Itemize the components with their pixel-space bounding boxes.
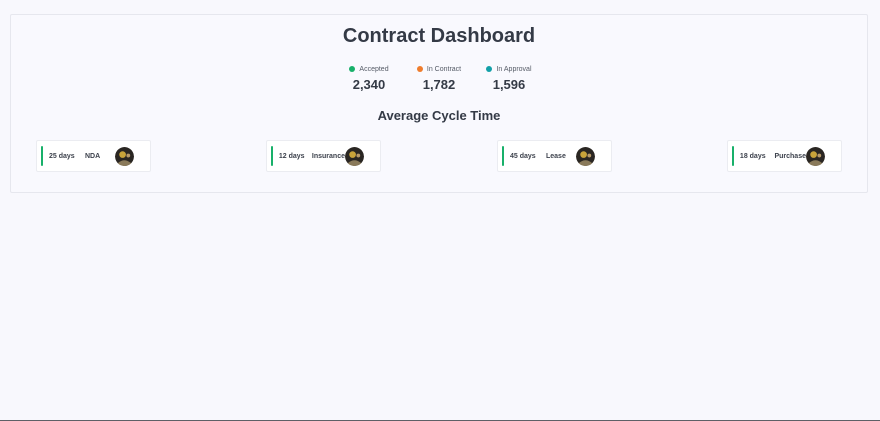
- accent-bar: [271, 146, 273, 166]
- stat-in-contract: In Contract 1,782: [405, 63, 473, 92]
- cycle-card-purchase[interactable]: 18 days Purchase: [727, 140, 842, 172]
- cycle-card-nda[interactable]: 25 days NDA: [36, 140, 151, 172]
- accent-bar: [732, 146, 734, 166]
- stat-value: 1,596: [492, 77, 526, 92]
- stat-label: In Contract: [426, 65, 462, 73]
- accepted-dot-icon: [349, 66, 356, 72]
- stat-in-approval: In Approval 1,596: [475, 63, 543, 92]
- avatar: [345, 146, 364, 166]
- cycle-card-lease[interactable]: 45 days Lease: [497, 140, 612, 172]
- in-approval-dot-icon: [486, 66, 493, 72]
- cycle-days: 45 days: [510, 152, 536, 160]
- cycle-days: 25 days: [49, 152, 75, 160]
- dashboard-panel: Contract Dashboard Accepted 2,340 In Con…: [10, 14, 868, 193]
- accent-bar: [502, 146, 504, 166]
- in-contract-dot-icon: [416, 66, 423, 72]
- contract-type: Lease: [546, 152, 566, 160]
- avatar: [806, 146, 825, 166]
- cycle-card-insurance[interactable]: 12 days Insurance: [266, 140, 381, 172]
- accent-bar: [41, 146, 43, 166]
- contract-type: NDA: [85, 152, 101, 160]
- cycle-time-title: Average Cycle Time: [377, 108, 501, 123]
- contract-type: Insurance: [311, 152, 345, 160]
- stat-label: In Approval: [496, 65, 532, 73]
- stats-row: Accepted 2,340 In Contract 1,782 In Appr…: [11, 63, 867, 92]
- stat-accepted: Accepted 2,340: [335, 63, 403, 92]
- cycle-days: 18 days: [739, 152, 766, 160]
- page-title: Contract Dashboard: [342, 25, 536, 47]
- avatar: [115, 146, 134, 166]
- cycle-days: 12 days: [278, 152, 305, 160]
- contract-type: Purchase: [774, 152, 806, 160]
- avatar: [576, 146, 595, 166]
- stat-value: 1,782: [422, 77, 456, 92]
- stat-label: Accepted: [359, 65, 389, 73]
- stat-value: 2,340: [352, 77, 386, 92]
